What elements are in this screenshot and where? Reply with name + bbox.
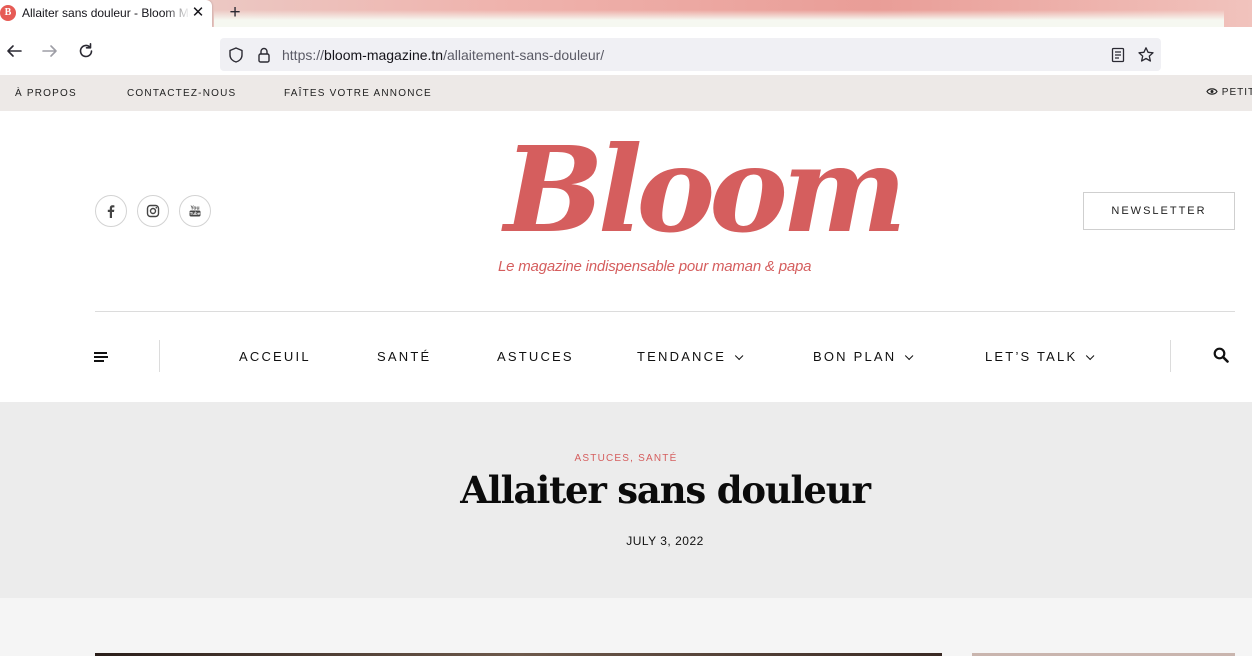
back-arrow-icon[interactable]: [4, 41, 24, 61]
instagram-button[interactable]: [137, 195, 169, 227]
svg-text:Tube: Tube: [190, 211, 201, 216]
nav-item-tendance[interactable]: TENDANCE: [637, 349, 744, 364]
post-content-area: [0, 598, 1252, 656]
site-header: You Tube Bloom Le magazine indispensable…: [0, 111, 1252, 402]
reader-view-icon[interactable]: [1109, 46, 1127, 64]
nav-item-acceuil[interactable]: ACCEUIL: [239, 349, 311, 364]
post-categories[interactable]: ASTUCES, SANTÉ: [0, 453, 1252, 464]
url-path: /allaitement-sans-douleur/: [443, 47, 605, 63]
facebook-icon: [107, 205, 115, 218]
post-title: Allaiter sans douleur: [460, 468, 871, 512]
nav-item-label: LET’S TALK: [985, 349, 1078, 364]
nav-item-lets-talk[interactable]: LET’S TALK: [985, 349, 1095, 364]
forward-arrow-icon[interactable]: [40, 41, 60, 61]
chevron-down-icon: [1086, 351, 1095, 361]
reload-icon[interactable]: [76, 41, 96, 61]
eye-mask-icon: [1206, 88, 1218, 95]
new-tab-button[interactable]: +: [226, 3, 244, 23]
newsletter-button[interactable]: NEWSLETTER: [1083, 192, 1235, 230]
nav-item-label: SANTÉ: [377, 349, 432, 364]
hamburger-menu-icon[interactable]: [94, 352, 108, 364]
address-bar[interactable]: https://bloom-magazine.tn/allaitement-sa…: [220, 38, 1161, 71]
nav-item-sante[interactable]: SANTÉ: [377, 349, 431, 364]
tab-close-icon[interactable]: ✕: [190, 4, 206, 22]
youtube-icon: You Tube: [189, 206, 201, 217]
chevron-down-icon: [905, 351, 914, 361]
topbar-right-link[interactable]: PETIT: [1206, 87, 1252, 98]
browser-toolbar: https://bloom-magazine.tn/allaitement-sa…: [0, 27, 1252, 75]
post-hero: ASTUCES, SANTÉ Allaiter sans douleur JUL…: [0, 402, 1252, 598]
tab-title: Allaiter sans douleur - Bloom Magazine: [22, 6, 190, 20]
site-top-bar: À PROPOS CONTACTEZ-NOUS FAÎTES VOTRE ANN…: [0, 75, 1252, 111]
site-logo[interactable]: Bloom: [504, 125, 907, 255]
bookmark-star-icon[interactable]: [1137, 46, 1155, 64]
site-favicon-icon: B: [0, 5, 16, 21]
nav-divider-left: [159, 340, 160, 372]
browser-tab-active[interactable]: B Allaiter sans douleur - Bloom Magazine…: [0, 0, 212, 27]
header-divider: [95, 311, 1235, 312]
url-domain: bloom-magazine.tn: [324, 47, 444, 63]
facebook-button[interactable]: [95, 195, 127, 227]
nav-item-label: ASTUCES: [497, 349, 574, 364]
browser-tab-strip: B Allaiter sans douleur - Bloom Magazine…: [0, 0, 1252, 27]
nav-item-label: ACCEUIL: [239, 349, 311, 364]
nav-item-bon-plan[interactable]: BON PLAN: [813, 349, 914, 364]
topbar-right-label: PETIT: [1221, 87, 1252, 98]
youtube-button[interactable]: You Tube: [179, 195, 211, 227]
topbar-link-contact[interactable]: CONTACTEZ-NOUS: [127, 88, 236, 99]
shield-icon[interactable]: [227, 46, 245, 64]
nav-item-astuces[interactable]: ASTUCES: [497, 349, 574, 364]
post-date: JULY 3, 2022: [626, 534, 704, 548]
instagram-icon: [146, 204, 160, 218]
lock-icon[interactable]: [255, 46, 273, 64]
tab-strip-background: [214, 10, 1224, 27]
url-scheme: https://: [282, 47, 325, 63]
topbar-link-annonce[interactable]: FAÎTES VOTRE ANNONCE: [284, 88, 432, 99]
nav-item-label: TENDANCE: [637, 349, 727, 364]
url-text[interactable]: https://bloom-magazine.tn/allaitement-sa…: [282, 47, 604, 63]
site-tagline: Le magazine indispensable pour maman & p…: [498, 258, 812, 275]
topbar-link-a-propos[interactable]: À PROPOS: [15, 88, 77, 99]
nav-item-label: BON PLAN: [813, 349, 897, 364]
nav-divider-right: [1170, 340, 1171, 372]
chevron-down-icon: [734, 351, 744, 361]
search-icon[interactable]: [1213, 347, 1229, 363]
